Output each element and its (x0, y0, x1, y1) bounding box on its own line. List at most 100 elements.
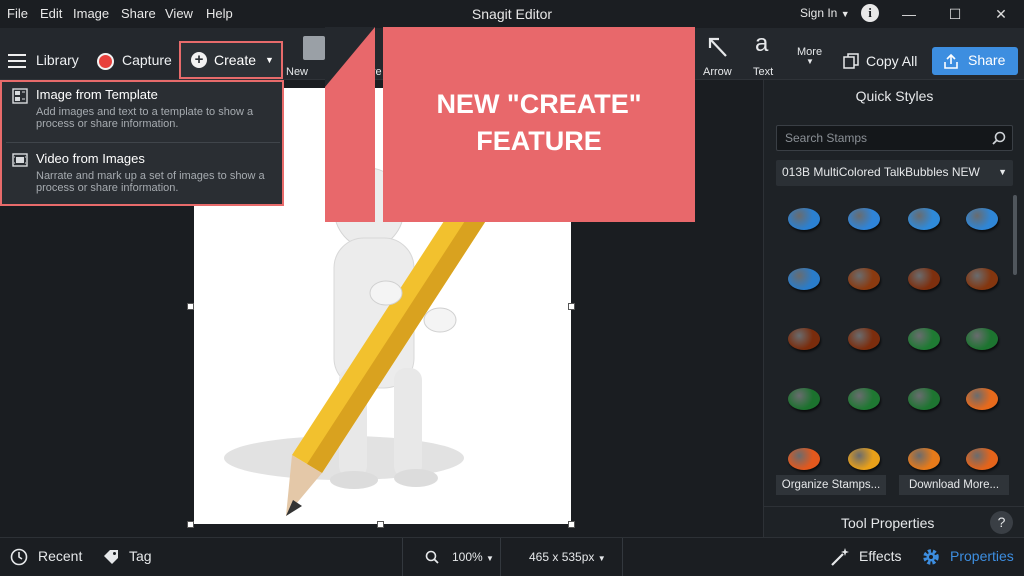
chevron-down-icon: ▼ (597, 554, 606, 563)
share-button[interactable]: Share (932, 47, 1018, 75)
menu-item-description: Narrate and mark up a set of images to s… (36, 170, 265, 194)
menu-bar: File Edit Image Share View Help Snagit E… (0, 0, 1024, 28)
resize-handle[interactable] (377, 521, 384, 528)
resize-handle[interactable] (568, 521, 575, 528)
stamp-talk-bubble[interactable] (908, 388, 940, 410)
dimensions-value: 465 x 535px (529, 550, 595, 564)
stamp-set-select[interactable]: 013B MultiColored TalkBubbles NEW ▼ (776, 160, 1013, 186)
library-label[interactable]: Library (36, 52, 79, 68)
resize-handle[interactable] (187, 303, 194, 310)
resize-handle[interactable] (187, 521, 194, 528)
text-label[interactable]: Text (753, 66, 773, 78)
stamp-talk-bubble[interactable] (848, 388, 880, 410)
menu-view[interactable]: View (165, 6, 193, 21)
divider (622, 538, 623, 576)
resize-handle[interactable] (568, 303, 575, 310)
chevron-down-icon: ▼ (806, 57, 814, 66)
plus-icon: + (191, 52, 207, 68)
zoom-icon (425, 550, 439, 564)
recent-button[interactable]: Recent (38, 548, 82, 564)
close-icon[interactable]: ✕ (990, 3, 1012, 25)
info-icon[interactable]: i (861, 4, 879, 22)
effects-button[interactable]: Effects (859, 548, 902, 564)
divider (402, 538, 403, 576)
maximize-icon[interactable]: ☐ (944, 3, 966, 25)
stamp-talk-bubble[interactable] (966, 268, 998, 290)
stamp-talk-bubble[interactable] (848, 208, 880, 230)
tool-properties-bar[interactable]: Tool Properties ? (764, 506, 1024, 537)
sign-in-button[interactable]: Sign In ▼ (800, 6, 850, 20)
capture-icon[interactable] (97, 53, 114, 70)
stamp-talk-bubble[interactable] (788, 448, 820, 470)
stamp-talk-bubble[interactable] (966, 448, 998, 470)
menu-item-description: Add images and text to a template to sho… (36, 106, 254, 130)
organize-stamps-button[interactable]: Organize Stamps... (776, 475, 886, 495)
create-label: Create (214, 52, 257, 68)
menu-image[interactable]: Image (73, 6, 109, 21)
search-stamps-input[interactable]: Search Stamps (776, 125, 1013, 151)
divider (6, 142, 280, 143)
arrow-label[interactable]: Arrow (703, 66, 732, 78)
new-label[interactable]: New (286, 66, 308, 78)
menu-item-title: Video from Images (36, 151, 145, 166)
tag-icon[interactable] (103, 549, 119, 565)
menu-item-title: Image from Template (36, 87, 158, 102)
chevron-down-icon: ▼ (486, 554, 494, 563)
stamp-talk-bubble[interactable] (908, 268, 940, 290)
text-icon[interactable]: a (755, 30, 768, 58)
stamp-talk-bubble[interactable] (908, 208, 940, 230)
callout-text: NEW "CREATE" FEATURE (436, 89, 642, 156)
search-placeholder: Search Stamps (785, 131, 868, 145)
search-icon (992, 131, 1006, 145)
stamp-talk-bubble[interactable] (908, 328, 940, 350)
hamburger-icon (8, 54, 26, 68)
download-more-button[interactable]: Download More... (899, 475, 1009, 495)
help-icon[interactable]: ? (990, 511, 1013, 534)
arrow-icon (708, 37, 727, 57)
menu-item-video-from-images[interactable]: Video from Images Narrate and mark up a … (2, 146, 282, 206)
capture-label[interactable]: Capture (122, 52, 172, 68)
chevron-down-icon: ▼ (265, 55, 274, 65)
menu-file[interactable]: File (7, 6, 28, 21)
sign-in-label: Sign In (800, 6, 838, 20)
library-button[interactable] (8, 54, 26, 73)
share-label: Share (968, 52, 1006, 68)
create-button[interactable]: + Create ▼ (179, 41, 283, 79)
copy-all-button[interactable]: Copy All (866, 53, 917, 69)
scrollbar[interactable] (1013, 195, 1017, 275)
menu-edit[interactable]: Edit (40, 6, 62, 21)
menu-help[interactable]: Help (206, 6, 233, 21)
stamp-talk-bubble[interactable] (966, 388, 998, 410)
magic-wand-icon (831, 548, 849, 566)
menu-item-image-from-template[interactable]: Image from Template Add images and text … (2, 82, 282, 142)
stamp-talk-bubble[interactable] (848, 268, 880, 290)
film-icon (12, 153, 28, 167)
template-icon (12, 88, 28, 104)
stamp-talk-bubble[interactable] (966, 328, 998, 350)
callout-notch (325, 27, 375, 87)
dimensions-select[interactable]: 465 x 535px ▼ (529, 550, 606, 564)
stamp-talk-bubble[interactable] (848, 448, 880, 470)
menu-share[interactable]: Share (121, 6, 156, 21)
clock-icon[interactable] (10, 548, 28, 566)
stamp-talk-bubble[interactable] (966, 208, 998, 230)
minimize-icon[interactable]: — (898, 3, 920, 25)
stamp-talk-bubble[interactable] (788, 388, 820, 410)
chevron-down-icon: ▼ (840, 9, 850, 19)
stamp-talk-bubble[interactable] (848, 328, 880, 350)
tool-properties-label: Tool Properties (841, 515, 935, 531)
stamp-set-label: 013B MultiColored TalkBubbles NEW (782, 165, 980, 179)
tag-button[interactable]: Tag (129, 548, 152, 564)
quick-styles-panel: Quick Styles Search Stamps 013B MultiCol… (763, 80, 1024, 537)
quick-styles-title: Quick Styles (855, 88, 934, 104)
stamp-talk-bubble[interactable] (788, 208, 820, 230)
status-bar: Recent Tag 100% ▼ 465 x 535px ▼ Effects … (0, 537, 1024, 576)
stamp-talk-bubble[interactable] (908, 448, 940, 470)
stamp-talk-bubble[interactable] (788, 268, 820, 290)
zoom-select[interactable]: 100% ▼ (452, 550, 494, 564)
stamp-talk-bubble[interactable] (788, 328, 820, 350)
arrow-tool[interactable] (706, 34, 728, 63)
properties-button[interactable]: Properties (950, 548, 1014, 564)
new-icon[interactable] (303, 36, 325, 60)
copy-icon[interactable] (843, 53, 859, 69)
